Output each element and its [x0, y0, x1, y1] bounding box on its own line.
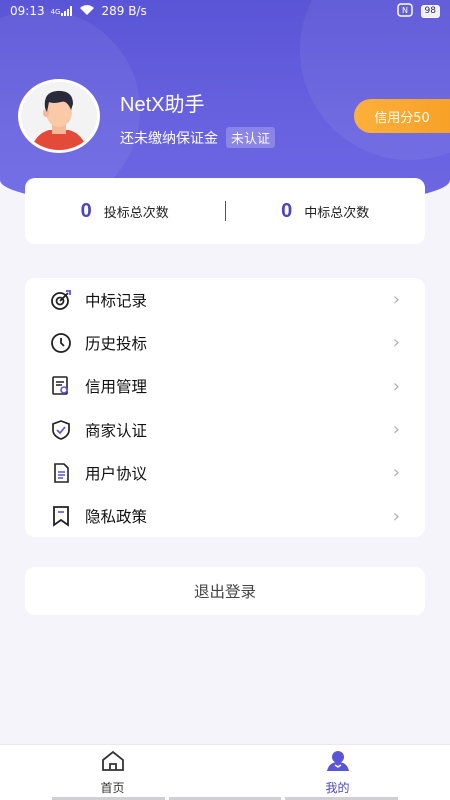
deposit-status: 还未缴纳保证金	[120, 130, 218, 147]
win-count-stat[interactable]: 0 中标总次数	[226, 200, 426, 223]
username: NetX助手	[120, 94, 205, 116]
tab-home-label: 首页	[100, 781, 125, 795]
menu-item-merchant-verification[interactable]: 商家认证 ›	[25, 408, 425, 451]
win-count-value: 0	[281, 199, 293, 222]
menu-item-bid-history[interactable]: 历史投标 ›	[25, 321, 425, 364]
chevron-right-icon: ›	[392, 462, 400, 484]
avatar[interactable]	[18, 79, 100, 153]
wifi-icon	[79, 4, 95, 19]
status-bar: 09:13 4G 289 B/s N 98	[0, 0, 450, 22]
shield-check-icon	[49, 418, 73, 442]
menu-item-privacy-policy[interactable]: 隐私政策 ›	[25, 494, 425, 537]
account-status-line: 还未缴纳保证金 未认证	[120, 127, 276, 148]
chevron-right-icon: ›	[392, 289, 400, 311]
menu-label: 中标记录	[85, 291, 148, 310]
bookmark-icon	[49, 504, 73, 528]
logout-button[interactable]: 退出登录	[25, 567, 425, 615]
tab-mine[interactable]: 我的	[225, 745, 450, 800]
bottom-tab-bar: 首页 我的	[0, 744, 450, 800]
svg-text:N: N	[402, 6, 408, 15]
credit-score-button[interactable]: 信用分50	[354, 99, 450, 133]
user-icon	[325, 749, 351, 777]
menu-label: 历史投标	[85, 334, 148, 353]
certificate-icon	[49, 374, 73, 398]
clock-time: 09:13	[10, 4, 45, 18]
tab-mine-label: 我的	[325, 781, 350, 795]
battery-icon: 98	[420, 4, 440, 18]
document-icon	[49, 461, 73, 485]
network-speed: 289 B/s	[101, 4, 147, 18]
menu-item-win-records[interactable]: 中标记录 ›	[25, 278, 425, 321]
win-count-label: 中标总次数	[304, 205, 370, 221]
menu-label: 信用管理	[85, 378, 148, 397]
chevron-right-icon: ›	[392, 505, 400, 527]
bid-count-label: 投标总次数	[103, 205, 169, 221]
clock-icon	[49, 331, 73, 355]
menu-item-credit-management[interactable]: 信用管理 ›	[25, 365, 425, 408]
signal-icon: 4G	[51, 6, 74, 16]
verify-status-badge[interactable]: 未认证	[226, 127, 276, 148]
menu-label: 商家认证	[85, 421, 148, 440]
chevron-right-icon: ›	[392, 419, 400, 441]
menu-label: 隐私政策	[85, 508, 148, 527]
chevron-right-icon: ›	[392, 332, 400, 354]
nfc-icon: N	[396, 2, 413, 20]
target-icon	[49, 288, 73, 312]
bid-count-stat[interactable]: 0 投标总次数	[25, 200, 225, 223]
home-icon	[100, 749, 126, 777]
menu-item-user-agreement[interactable]: 用户协议 ›	[25, 451, 425, 494]
bid-count-value: 0	[80, 199, 92, 222]
stats-card: 0 投标总次数 0 中标总次数	[25, 178, 425, 244]
menu-label: 用户协议	[85, 464, 148, 483]
tab-home[interactable]: 首页	[0, 745, 225, 800]
chevron-right-icon: ›	[392, 375, 400, 397]
menu-card: 中标记录 › 历史投标 › 信用管理 › 商家认证 › 用户协议 › 隐私政策 …	[25, 278, 425, 537]
